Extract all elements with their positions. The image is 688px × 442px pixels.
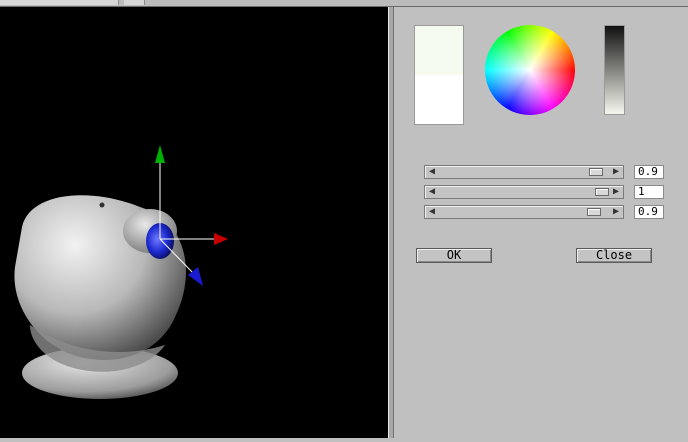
old-color-swatch — [415, 75, 463, 124]
toolbar-tab[interactable] — [124, 0, 145, 5]
slider-1[interactable]: ◀ ▶ — [424, 165, 624, 179]
slider-1-value[interactable]: 0.9 — [634, 165, 664, 179]
viewport-canvas — [14, 145, 228, 399]
3d-viewport[interactable] — [0, 7, 388, 438]
slider-left-arrow-icon[interactable]: ◀ — [426, 167, 438, 177]
toolbar-tab[interactable] — [0, 0, 119, 5]
slider-row-1: ◀ ▶ 0.9 — [424, 165, 664, 179]
slider-row-2: ◀ ▶ 1 — [424, 185, 664, 199]
top-toolbar-strip — [0, 0, 688, 7]
slider-thumb[interactable] — [589, 168, 603, 176]
slider-row-3: ◀ ▶ 0.9 — [424, 205, 664, 219]
x-axis-arrow[interactable] — [214, 233, 228, 245]
slider-2[interactable]: ◀ ▶ — [424, 185, 624, 199]
close-button[interactable]: Close — [576, 248, 652, 263]
y-axis-arrow[interactable] — [155, 145, 165, 163]
slider-3-value[interactable]: 0.9 — [634, 205, 664, 219]
slider-right-arrow-icon[interactable]: ▶ — [610, 207, 622, 217]
slider-right-arrow-icon[interactable]: ▶ — [610, 187, 622, 197]
value-gradient-bar[interactable] — [604, 25, 625, 115]
slider-left-arrow-icon[interactable]: ◀ — [426, 187, 438, 197]
color-swatch — [414, 25, 464, 125]
color-wheel[interactable] — [485, 25, 575, 115]
slider-2-value[interactable]: 1 — [634, 185, 664, 199]
slider-3[interactable]: ◀ ▶ — [424, 205, 624, 219]
nostril — [99, 202, 105, 208]
slider-right-arrow-icon[interactable]: ▶ — [610, 167, 622, 177]
slider-thumb[interactable] — [595, 188, 609, 196]
ok-button[interactable]: OK — [416, 248, 492, 263]
slider-thumb[interactable] — [587, 208, 601, 216]
new-color-swatch — [415, 26, 463, 75]
color-editor-panel: ◀ ▶ 0.9 ◀ ▶ 1 ◀ ▶ 0.9 OK Close — [394, 7, 688, 438]
slider-left-arrow-icon[interactable]: ◀ — [426, 207, 438, 217]
